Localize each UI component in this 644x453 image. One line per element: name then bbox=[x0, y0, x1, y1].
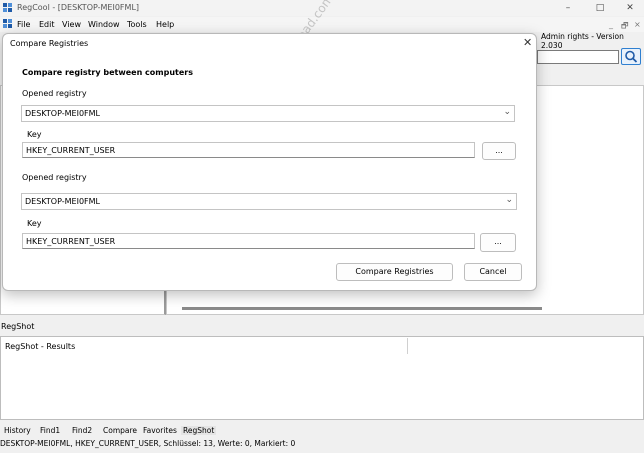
regshot-results-header: RegShot - Results bbox=[5, 342, 76, 351]
opened-registry-label-2: Opened registry bbox=[22, 173, 87, 182]
maximize-button[interactable]: □ bbox=[593, 2, 607, 14]
chevron-down-icon: ⌄ bbox=[505, 195, 513, 205]
compare-registries-button[interactable]: Compare Registries bbox=[336, 263, 453, 281]
tab-favorites[interactable]: Favorites bbox=[143, 426, 177, 435]
menu-edit[interactable]: Edit bbox=[39, 20, 55, 29]
search-icon bbox=[625, 50, 638, 63]
tab-history[interactable]: History bbox=[4, 426, 31, 435]
menu-window[interactable]: Window bbox=[88, 20, 120, 29]
tab-regshot[interactable]: RegShot bbox=[181, 426, 217, 435]
dialog-title: Compare Registries bbox=[10, 39, 89, 48]
opened-registry-select-2[interactable]: DESKTOP-MEI0FML ⌄ bbox=[21, 193, 517, 210]
browse-key-button-2[interactable]: ... bbox=[480, 233, 516, 252]
opened-registry-select-1[interactable]: DESKTOP-MEI0FML ⌄ bbox=[21, 105, 515, 122]
browse-key-button-1[interactable]: ... bbox=[482, 142, 516, 160]
key-label-2: Key bbox=[27, 219, 42, 228]
opened-registry-value-1: DESKTOP-MEI0FML bbox=[25, 109, 101, 118]
regcool-app-icon bbox=[3, 3, 12, 12]
tab-find1[interactable]: Find1 bbox=[40, 426, 60, 435]
tab-find2[interactable]: Find2 bbox=[72, 426, 92, 435]
compare-registries-dialog: Compare Registries ✕ Compare registry be… bbox=[2, 33, 537, 291]
dialog-close-button[interactable]: ✕ bbox=[523, 36, 532, 49]
opened-registry-label-1: Opened registry bbox=[22, 89, 87, 98]
key-value-1: HKEY_CURRENT_USER bbox=[26, 146, 116, 155]
document-icon[interactable] bbox=[3, 19, 13, 29]
cancel-button[interactable]: Cancel bbox=[464, 263, 522, 281]
search-input[interactable] bbox=[537, 50, 619, 64]
key-field-1[interactable]: HKEY_CURRENT_USER bbox=[22, 142, 475, 158]
menu-help[interactable]: Help bbox=[156, 20, 174, 29]
chevron-down-icon: ⌄ bbox=[503, 107, 511, 117]
menu-tools[interactable]: Tools bbox=[127, 20, 147, 29]
status-bar: DESKTOP-MEI0FML, HKEY_CURRENT_USER, Schl… bbox=[0, 439, 296, 448]
key-label-1: Key bbox=[27, 130, 42, 139]
mdi-close-button[interactable]: × bbox=[634, 20, 641, 29]
column-divider[interactable] bbox=[407, 338, 408, 354]
window-title: RegCool - [DESKTOP-MEI0FML] bbox=[17, 3, 140, 12]
regshot-results-pane[interactable] bbox=[0, 336, 644, 420]
close-button[interactable]: ✕ bbox=[623, 2, 637, 14]
menu-view[interactable]: View bbox=[62, 20, 81, 29]
dialog-heading: Compare registry between computers bbox=[22, 68, 194, 77]
regshot-panel-label: RegShot bbox=[1, 322, 35, 331]
horizontal-scrollbar[interactable] bbox=[182, 307, 542, 310]
menu-file[interactable]: File bbox=[17, 20, 30, 29]
mdi-minimize-button[interactable]: _ bbox=[609, 20, 613, 29]
tab-compare[interactable]: Compare bbox=[103, 426, 137, 435]
key-value-2: HKEY_CURRENT_USER bbox=[26, 237, 116, 246]
minimize-button[interactable]: – bbox=[561, 2, 575, 14]
key-field-2[interactable]: HKEY_CURRENT_USER bbox=[22, 233, 475, 249]
opened-registry-value-2: DESKTOP-MEI0FML bbox=[25, 197, 101, 206]
search-button[interactable] bbox=[621, 48, 641, 65]
